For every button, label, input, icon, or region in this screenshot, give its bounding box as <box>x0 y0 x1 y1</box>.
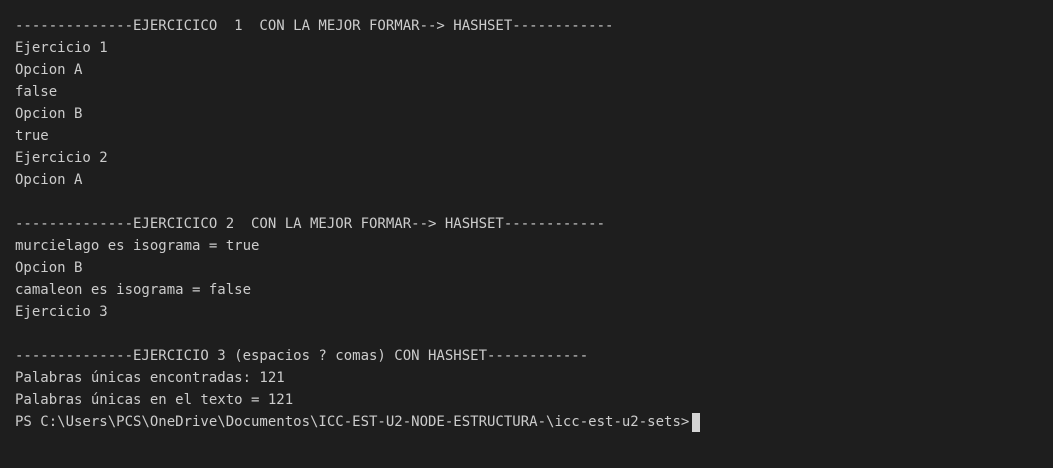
output-line: Ejercicio 2 <box>15 150 108 166</box>
output-line: Ejercicio 3 <box>15 304 108 320</box>
command-prompt[interactable]: PS C:\Users\PCS\OneDrive\Documentos\ICC-… <box>15 411 1053 433</box>
output-line: murcielago es isograma = true <box>15 238 260 254</box>
output-line: Opcion A <box>15 62 83 78</box>
output-line: Palabras únicas encontradas: 121 <box>15 370 285 386</box>
output-line: Ejercicio 1 <box>15 40 108 56</box>
header-ejercicio-1: --------------EJERCICICO 1 CON LA MEJOR … <box>15 18 614 34</box>
output-line: true <box>15 128 49 144</box>
output-line: camaleon es isograma = false <box>15 282 252 298</box>
output-line: Opcion A <box>15 172 83 188</box>
terminal-panel[interactable]: --------------EJERCICICO 1 CON LA MEJOR … <box>0 0 1053 468</box>
output-line: Opcion B <box>15 106 83 122</box>
prompt-path: PS C:\Users\PCS\OneDrive\Documentos\ICC-… <box>15 414 690 430</box>
output-line: Palabras únicas en el texto = 121 <box>15 392 294 408</box>
header-ejercicio-3: --------------EJERCICIO 3 (espacios ? co… <box>15 348 589 364</box>
header-ejercicio-2: --------------EJERCICICO 2 CON LA MEJOR … <box>15 216 606 232</box>
text-cursor[interactable] <box>692 412 701 432</box>
output-line: false <box>15 84 58 100</box>
output-line: Opcion B <box>15 260 83 276</box>
